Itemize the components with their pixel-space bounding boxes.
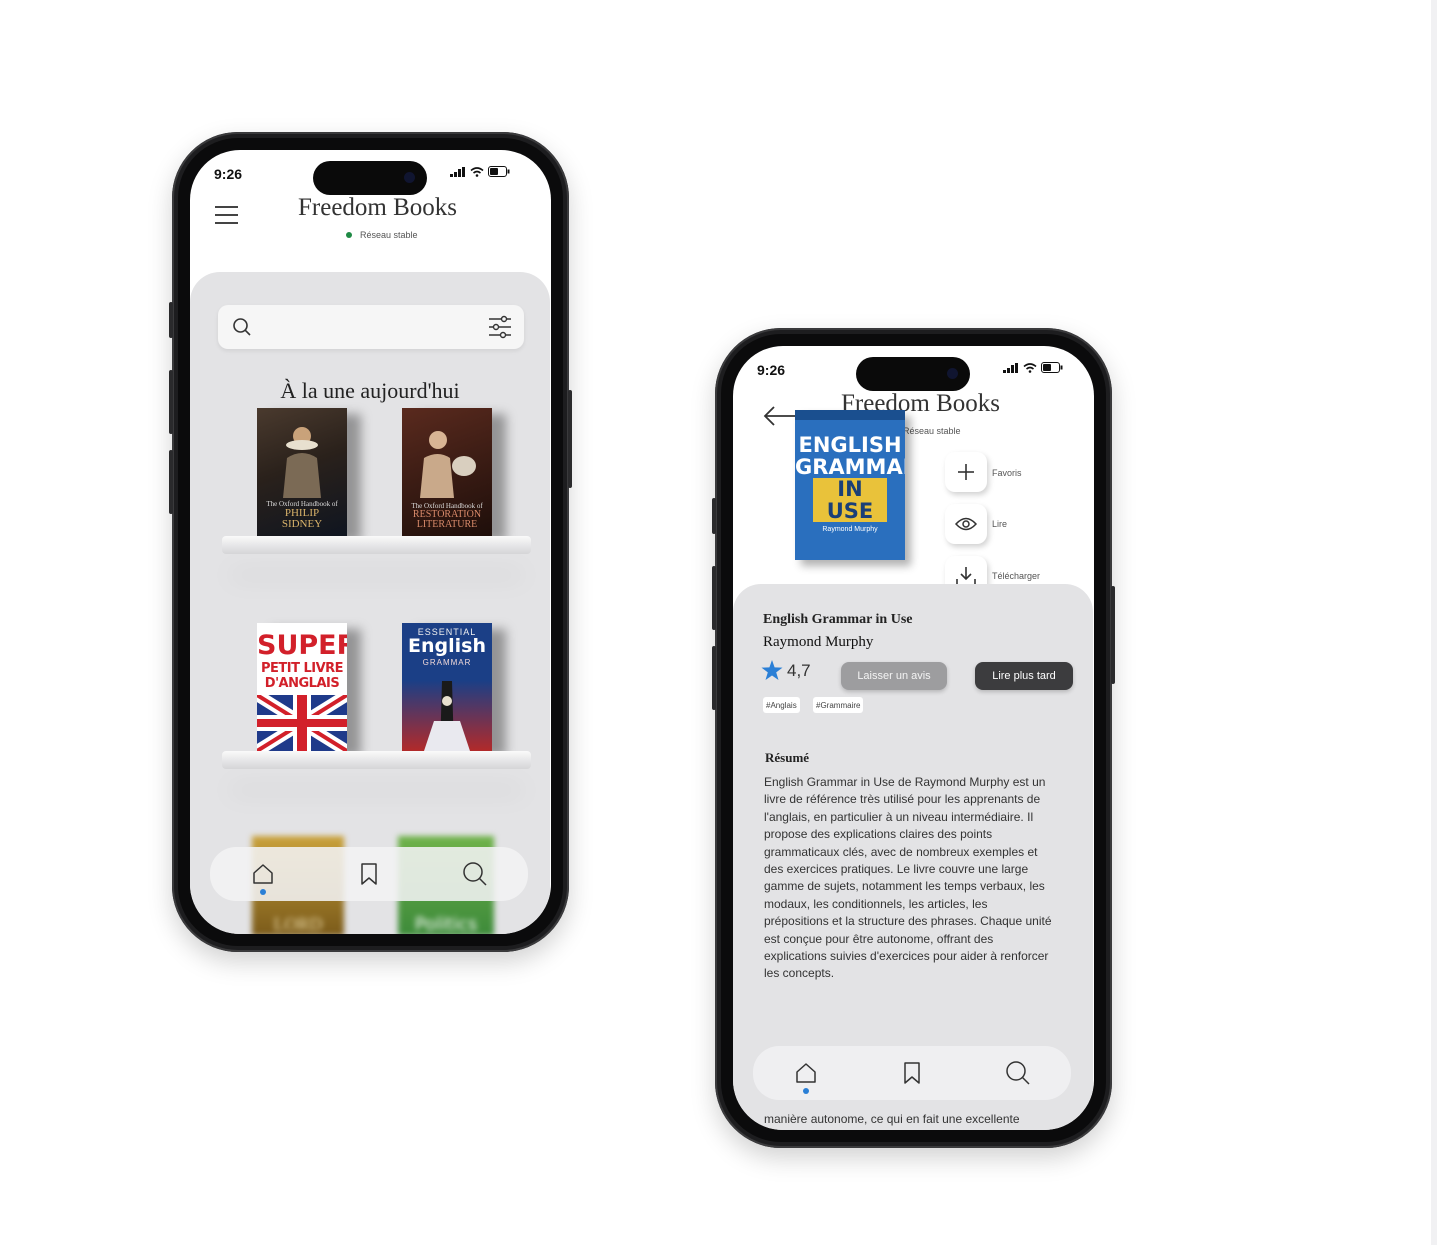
status-time: 9:26	[214, 166, 243, 182]
summary-text: English Grammar in Use de Raymond Murphy…	[764, 775, 1052, 981]
book-name-line: PETIT LIVRE	[260, 661, 344, 676]
bottom-nav	[210, 847, 528, 901]
filter-icon[interactable]	[488, 315, 512, 339]
read-button[interactable]	[945, 504, 987, 544]
book-title: English Grammar in Use	[763, 612, 913, 627]
leave-review-button[interactable]: Laisser un avis	[841, 662, 947, 690]
active-indicator	[803, 1088, 809, 1094]
search-icon	[463, 862, 487, 886]
star-icon	[761, 660, 783, 680]
bookmark-icon	[361, 863, 377, 885]
content-panel	[190, 272, 550, 934]
union-jack-illustration	[257, 695, 347, 751]
screen-details: 9:26 Freedom Books Réseau stable ENGLISH…	[733, 346, 1094, 1130]
book-name-line: SUPER	[257, 630, 347, 661]
hamburger-menu-icon[interactable]	[214, 205, 239, 225]
rating-value: 4,7	[787, 660, 811, 680]
summary-text-continued: manière autonome, ce qui en fait une exc…	[764, 1112, 1020, 1130]
bookshelf	[222, 536, 531, 554]
phone-home: 9:26 Freedom Books Réseau stable À la un…	[169, 132, 572, 952]
back-arrow-icon[interactable]	[763, 406, 797, 426]
tag-anglais[interactable]: #Anglais	[763, 697, 800, 713]
battery-icon	[1041, 362, 1063, 373]
book-name-line: GRAMMAR	[422, 658, 472, 667]
favorite-label: Favoris	[992, 468, 1022, 478]
cover-title-line: IN USE	[813, 478, 887, 522]
eye-icon	[955, 517, 977, 531]
plus-icon	[958, 464, 974, 480]
signal-icon	[450, 166, 465, 177]
featured-title: À la une aujourd'hui	[280, 378, 460, 403]
dynamic-island	[313, 161, 427, 195]
wifi-icon	[1023, 362, 1037, 373]
book-author: Raymond Murphy	[763, 634, 874, 650]
rating: 4,7	[761, 660, 811, 681]
download-icon	[956, 567, 976, 586]
screen-home: 9:26 Freedom Books Réseau stable À la un…	[190, 150, 551, 934]
favorite-button[interactable]	[945, 452, 987, 492]
bookmark-icon	[904, 1062, 920, 1084]
book-name-line: SIDNEY	[281, 518, 323, 530]
book-essential-english-grammar[interactable]: ESSENTIAL English GRAMMAR	[402, 623, 492, 751]
app-title: Freedom Books	[298, 194, 458, 221]
search-icon	[233, 318, 251, 336]
nav-bookmarks[interactable]	[895, 1056, 929, 1090]
book-name-line: LITERATURE	[416, 519, 478, 530]
status-icons	[450, 166, 510, 177]
bottom-nav	[753, 1046, 1071, 1100]
active-indicator	[260, 889, 266, 895]
home-icon	[253, 864, 273, 884]
nav-home[interactable]	[246, 857, 280, 895]
book-philip-sidney[interactable]: The Oxford Handbook of PHILIP SIDNEY	[257, 408, 347, 536]
search-icon	[1006, 1061, 1030, 1085]
download-label: Télécharger	[992, 571, 1041, 581]
nav-home[interactable]	[789, 1056, 823, 1094]
book-cover: ENGLISH GRAMMAR IN USE Raymond Murphy	[795, 410, 905, 560]
status-icons	[1003, 362, 1063, 373]
book-name-line: Politics	[414, 914, 478, 934]
read-later-button[interactable]: Lire plus tard	[975, 662, 1073, 690]
bookshelf	[222, 751, 531, 769]
read-label: Lire	[992, 519, 1008, 529]
network-status: Réseau stable	[346, 230, 418, 240]
signal-icon	[1003, 362, 1018, 373]
page-edge	[1431, 0, 1437, 1245]
book-name-line: English	[408, 635, 486, 657]
wifi-icon	[470, 166, 484, 177]
cover-title-line: GRAMMAR	[795, 455, 905, 479]
book-name-line: LORD	[273, 914, 323, 934]
nav-bookmarks[interactable]	[352, 857, 386, 891]
nav-search[interactable]	[1001, 1056, 1035, 1090]
tag-grammaire[interactable]: #Grammaire	[813, 697, 864, 713]
book-restoration-literature[interactable]: The Oxford Handbook of RESTORATION LITER…	[402, 408, 492, 536]
painting-illustration	[420, 431, 476, 498]
book-super-petit-livre[interactable]: SUPER PETIT LIVRE D'ANGLAIS	[257, 623, 347, 751]
status-time: 9:26	[757, 362, 786, 378]
book-name-line: D'ANGLAIS	[264, 676, 340, 691]
battery-icon	[488, 166, 510, 177]
dynamic-island	[856, 357, 970, 391]
network-dot	[346, 232, 352, 238]
network-label: Réseau stable	[360, 230, 418, 240]
cover-title-line: ENGLISH	[798, 433, 902, 457]
phone-book-details: 9:26 Freedom Books Réseau stable ENGLISH…	[712, 328, 1115, 1148]
nav-search[interactable]	[458, 857, 492, 891]
big-ben-illustration	[424, 681, 470, 751]
cover-author: Raymond Murphy	[822, 526, 878, 533]
portrait-illustration	[283, 427, 321, 498]
search-bar[interactable]	[218, 305, 524, 349]
summary-title: Résumé	[765, 750, 810, 765]
network-label: Réseau stable	[903, 426, 961, 436]
home-icon	[796, 1063, 816, 1083]
